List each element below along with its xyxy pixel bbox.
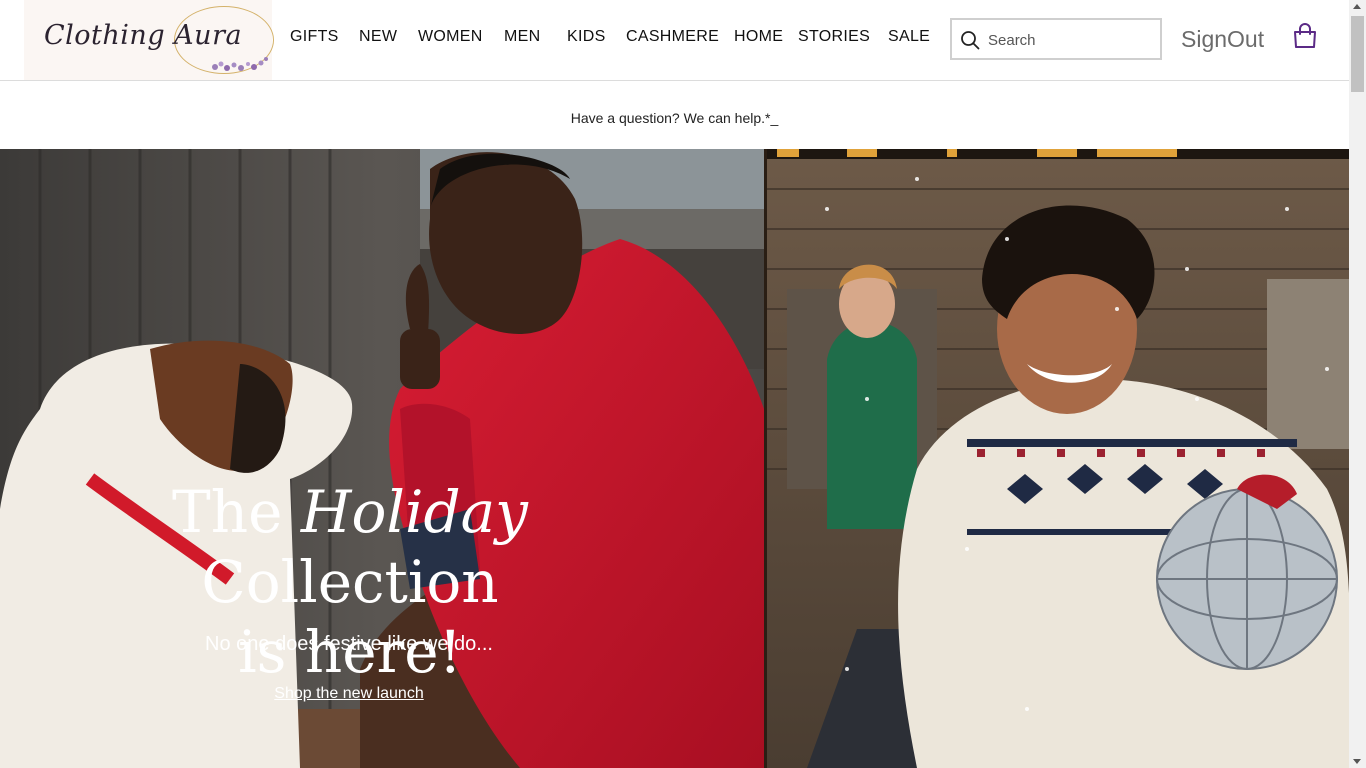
- scroll-down-icon[interactable]: [1353, 759, 1361, 764]
- logo-flowers-icon: [212, 57, 268, 71]
- hero-title-part2: Collection: [201, 548, 499, 616]
- logo-text: Clothing Aura: [44, 20, 243, 51]
- hero-title-part1: The: [172, 478, 283, 546]
- brand-logo[interactable]: Clothing Aura: [24, 0, 274, 80]
- shopping-bag-icon[interactable]: [1291, 22, 1319, 50]
- nav-item-cashmere[interactable]: CASHMERE: [626, 28, 719, 46]
- nav-item-kids[interactable]: KIDS: [567, 28, 606, 46]
- scroll-thumb[interactable]: [1351, 16, 1364, 92]
- help-bar: Have a question? We can help.*_: [0, 81, 1349, 149]
- page-scrollbar[interactable]: [1349, 0, 1366, 768]
- search-input[interactable]: [986, 28, 1160, 52]
- nav-item-women[interactable]: WOMEN: [418, 28, 483, 46]
- search-box[interactable]: [950, 18, 1162, 60]
- hero-subtitle: No one does festive like we do...: [205, 633, 493, 655]
- nav-item-new[interactable]: NEW: [359, 28, 397, 46]
- hero-image-right: [767, 149, 1349, 768]
- site-header: Clothing Aura GIFTS NEW WOMEN MEN KIDS C…: [0, 0, 1349, 81]
- shop-new-launch-link[interactable]: Shop the new launch: [274, 685, 423, 702]
- search-icon[interactable]: [960, 30, 980, 50]
- scroll-up-icon[interactable]: [1353, 4, 1361, 9]
- hero-photo-right: [767, 149, 1349, 768]
- signout-link[interactable]: SignOut: [1181, 26, 1264, 53]
- hero-banner: The Holiday Collection is here! No one d…: [0, 149, 1349, 768]
- nav-item-stories[interactable]: STORIES: [798, 28, 870, 46]
- hero-title-emphasis: Holiday: [300, 478, 528, 546]
- nav-item-gifts[interactable]: GIFTS: [290, 28, 339, 46]
- nav-item-home[interactable]: HOME: [734, 28, 783, 46]
- nav-item-sale[interactable]: SALE: [888, 28, 930, 46]
- help-text[interactable]: Have a question? We can help.*_: [0, 110, 1349, 126]
- hero-cta: Shop the new launch: [0, 685, 698, 703]
- nav-item-men[interactable]: MEN: [504, 28, 540, 46]
